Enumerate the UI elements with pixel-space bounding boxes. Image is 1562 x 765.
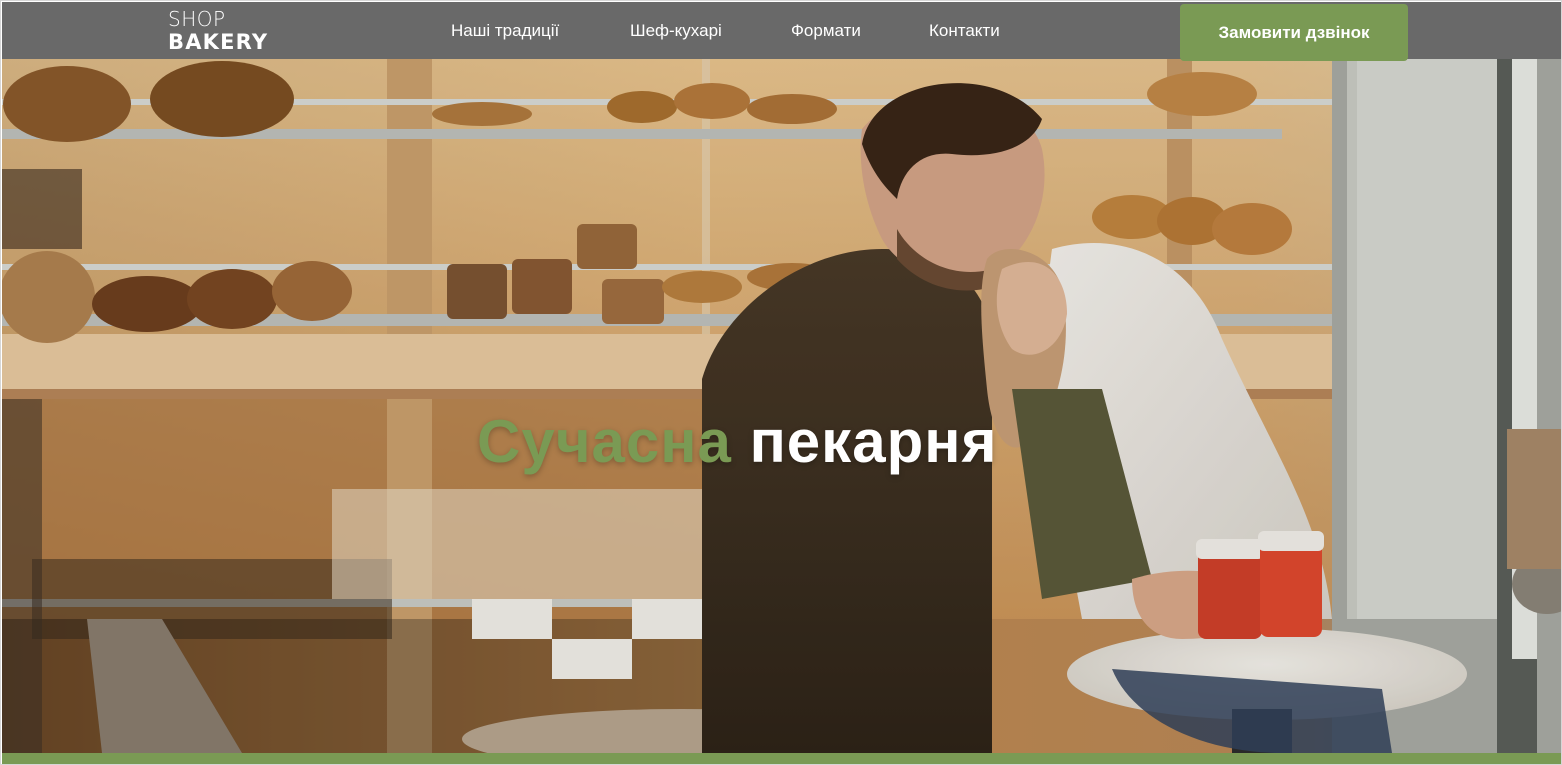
hero-title: Сучасна пекарня (477, 406, 997, 478)
request-call-button[interactable]: Замовити дзвінок (1180, 4, 1408, 61)
nav-link-contacts[interactable]: Контакти (929, 2, 1000, 59)
nav-link-traditions[interactable]: Наші традиції (451, 2, 559, 59)
page: SHOP BAKERY Наші традиції Шеф-кухарі Фор… (0, 0, 1562, 765)
nav-link-formats[interactable]: Формати (791, 2, 861, 59)
hero-title-rest: пекарня (749, 408, 998, 475)
nav-link-chefs[interactable]: Шеф-кухарі (630, 2, 722, 59)
hero-title-accent: Сучасна (477, 408, 732, 475)
hero-section: Сучасна пекарня (2, 59, 1561, 753)
site-header: SHOP BAKERY Наші традиції Шеф-кухарі Фор… (2, 2, 1561, 61)
bottom-accent-bar (2, 753, 1561, 764)
